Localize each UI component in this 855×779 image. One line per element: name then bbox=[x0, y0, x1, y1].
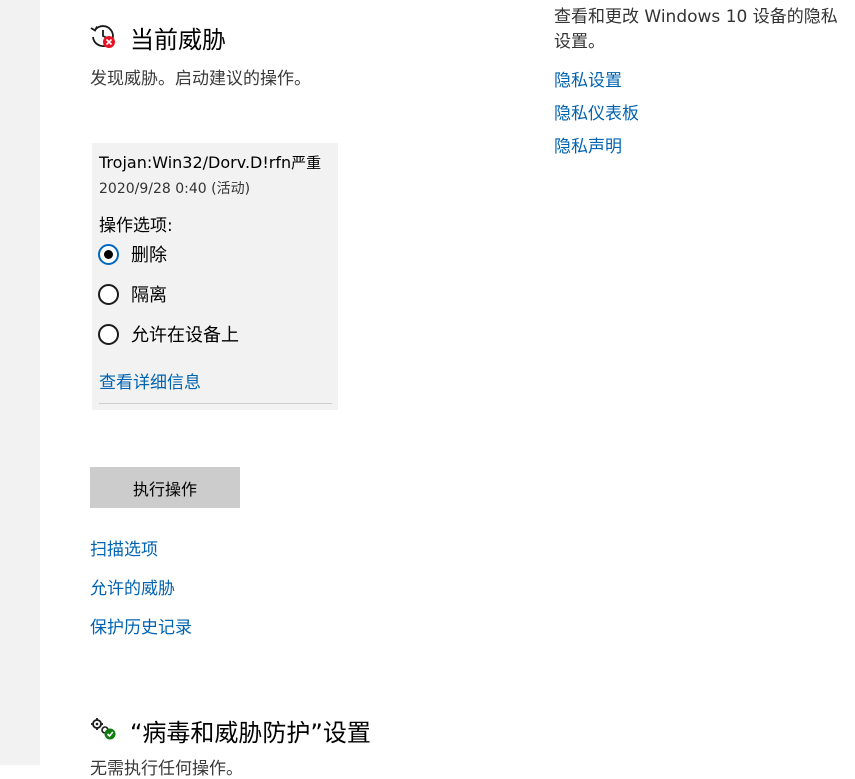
radio-button-remove[interactable] bbox=[98, 243, 119, 265]
radio-label-allow: 允许在设备上 bbox=[131, 325, 239, 346]
privacy-statement-link[interactable]: 隐私声明 bbox=[554, 132, 622, 157]
radio-label-quarantine: 隔离 bbox=[131, 285, 167, 306]
threat-name: Trojan:Win32/Dorv.D!rfn bbox=[99, 153, 292, 172]
navigation-rail bbox=[0, 0, 40, 765]
radio-option-quarantine[interactable]: 隔离 bbox=[98, 280, 167, 308]
section-title-current-threats: 当前威胁 bbox=[130, 26, 226, 54]
section-subtitle-current-threats: 发现威胁。启动建议的操作。 bbox=[90, 69, 311, 89]
privacy-settings-link[interactable]: 隐私设置 bbox=[554, 66, 622, 91]
privacy-dashboard-link[interactable]: 隐私仪表板 bbox=[554, 99, 639, 124]
threat-card: Trojan:Win32/Dorv.D!rfn严重 2020/9/28 0:40… bbox=[92, 143, 338, 410]
threat-date: 2020/9/28 0:40 (活动) bbox=[99, 181, 251, 197]
radio-option-allow[interactable]: 允许在设备上 bbox=[98, 320, 239, 348]
threat-severity: 严重 bbox=[291, 154, 322, 172]
privacy-description: 查看和更改 Windows 10 设备的隐私设置。 bbox=[554, 7, 838, 52]
start-actions-button[interactable]: 执行操作 bbox=[90, 467, 240, 508]
radio-button-quarantine[interactable] bbox=[98, 283, 119, 305]
action-options-label: 操作选项: bbox=[99, 216, 173, 236]
settings-gear-check-icon bbox=[89, 717, 117, 741]
see-details-link[interactable]: 查看详细信息 bbox=[99, 368, 201, 393]
threat-history-icon bbox=[89, 22, 117, 50]
threat-name-row: Trojan:Win32/Dorv.D!rfn严重 bbox=[99, 152, 321, 173]
allowed-threats-link[interactable]: 允许的威胁 bbox=[90, 574, 175, 599]
radio-label-remove: 删除 bbox=[131, 245, 167, 266]
scan-options-link[interactable]: 扫描选项 bbox=[90, 535, 158, 560]
radio-option-remove[interactable]: 删除 bbox=[98, 240, 167, 268]
protection-history-link[interactable]: 保护历史记录 bbox=[90, 613, 192, 638]
radio-button-allow[interactable] bbox=[98, 323, 119, 345]
card-divider bbox=[99, 403, 332, 404]
section-title-settings: “病毒和威胁防护”设置 bbox=[130, 719, 371, 747]
section-subtitle-settings: 无需执行任何操作。 bbox=[90, 759, 243, 779]
